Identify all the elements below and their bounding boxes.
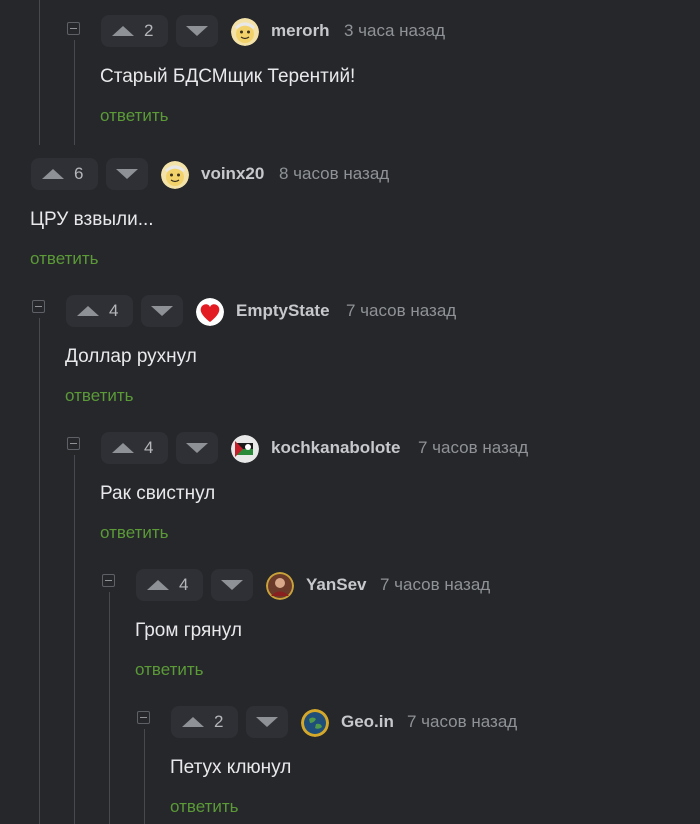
thread-line (39, 318, 40, 824)
downvote-button[interactable] (246, 706, 288, 738)
username[interactable]: YanSev (306, 575, 367, 595)
portrait-avatar[interactable] (266, 572, 294, 600)
comment-text: Рак свистнул (100, 483, 216, 504)
globe-avatar[interactable] (301, 709, 329, 737)
thread-line (74, 455, 75, 824)
arrow-down-icon (221, 580, 243, 590)
collapse-toggle[interactable] (137, 711, 150, 724)
username[interactable]: Geo.in (341, 712, 394, 732)
timestamp: 7 часов назад (380, 575, 491, 594)
yellow-face-avatar[interactable] (231, 18, 259, 46)
arrow-down-icon (186, 26, 208, 36)
arrow-down-icon (116, 169, 138, 179)
vote-count: 4 (144, 438, 154, 457)
username[interactable]: merorh (271, 21, 330, 41)
upvote-button[interactable]: 4 (136, 569, 203, 601)
collapse-toggle[interactable] (67, 22, 80, 35)
username[interactable]: EmptyState (236, 301, 330, 321)
vote-count: 2 (214, 712, 224, 731)
username[interactable]: voinx20 (201, 164, 264, 184)
arrow-up-icon (182, 717, 204, 727)
timestamp: 7 часов назад (407, 712, 518, 731)
flag-avatar[interactable] (231, 435, 259, 463)
vote-count: 6 (74, 164, 84, 183)
comment-text: Старый БДСМщик Терентий! (100, 66, 356, 87)
reply-link[interactable]: ответить (65, 386, 134, 406)
heart-avatar[interactable] (196, 298, 224, 326)
reply-link[interactable]: ответить (30, 249, 99, 269)
downvote-button[interactable] (176, 432, 218, 464)
arrow-up-icon (42, 169, 64, 179)
collapse-toggle[interactable] (102, 574, 115, 587)
timestamp: 7 часов назад (418, 438, 529, 457)
downvote-button[interactable] (141, 295, 183, 327)
collapse-toggle[interactable] (32, 300, 45, 313)
arrow-up-icon (77, 306, 99, 316)
reply-link[interactable]: ответить (135, 660, 204, 680)
comment-text: Петух клюнул (170, 757, 292, 778)
comments-thread: 2 merorh 3 часа назад Старый БДСМщик Тер… (0, 0, 700, 824)
timestamp: 3 часа назад (344, 21, 445, 40)
reply-link[interactable]: ответить (100, 106, 169, 126)
arrow-up-icon (112, 443, 134, 453)
upvote-button[interactable]: 2 (171, 706, 238, 738)
comment-text: ЦРУ взвыли... (30, 209, 154, 230)
downvote-button[interactable] (106, 158, 148, 190)
comment-text: Доллар рухнул (65, 346, 197, 367)
upvote-button[interactable]: 6 (31, 158, 98, 190)
reply-link[interactable]: ответить (170, 797, 239, 817)
arrow-down-icon (256, 717, 278, 727)
upvote-button[interactable]: 4 (66, 295, 133, 327)
arrow-down-icon (186, 443, 208, 453)
upvote-button[interactable]: 4 (101, 432, 168, 464)
reply-link[interactable]: ответить (100, 523, 169, 543)
thread-line (109, 592, 110, 824)
thread-line (74, 40, 75, 145)
vote-count: 2 (144, 21, 154, 40)
vote-count: 4 (179, 575, 189, 594)
vote-count: 4 (109, 301, 119, 320)
timestamp: 7 часов назад (346, 301, 457, 320)
arrow-up-icon (147, 580, 169, 590)
collapse-toggle[interactable] (67, 437, 80, 450)
downvote-button[interactable] (211, 569, 253, 601)
yellow-face-avatar[interactable] (161, 161, 189, 189)
downvote-button[interactable] (176, 15, 218, 47)
thread-line (39, 0, 40, 145)
comment-text: Гром грянул (135, 620, 242, 641)
timestamp: 8 часов назад (279, 164, 390, 183)
upvote-button[interactable]: 2 (101, 15, 168, 47)
thread-line (144, 729, 145, 824)
arrow-down-icon (151, 306, 173, 316)
arrow-up-icon (112, 26, 134, 36)
username[interactable]: kochkanabolote (271, 438, 400, 458)
